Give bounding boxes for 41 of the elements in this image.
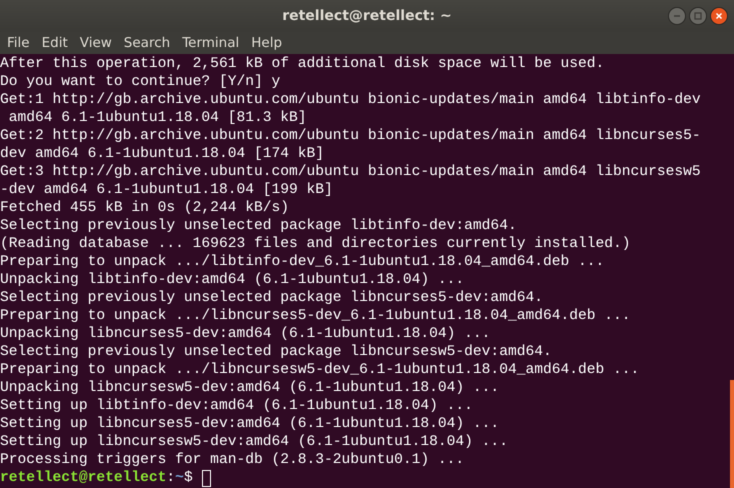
terminal-line: Selecting previously unselected package libncursesw5-dev:amd64.	[0, 343, 552, 361]
terminal-line: amd64 6.1-1ubuntu1.18.04 [81.3 kB]	[8, 109, 307, 127]
terminal-line: Get:3 http://gb.archive.ubuntu.com/ubuntu bionic-updates/main amd64 libncursesw5	[0, 163, 701, 181]
menu-item[interactable]: File	[2, 32, 35, 54]
scrollbar-thumb[interactable]	[730, 380, 734, 488]
prompt-path: ~	[175, 469, 184, 487]
terminal-line: -dev amd64 6.1-1ubuntu1.18.04 [199 kB]	[0, 181, 333, 199]
terminal-line: dev amd64 6.1-1ubuntu1.18.04 [174 kB]	[0, 145, 324, 163]
menu-item[interactable]: Help	[246, 32, 288, 54]
prompt-user-host: retellect@retellect	[0, 469, 166, 487]
terminal-line: (Reading database ... 169623 files and directories currently installed.)	[0, 235, 631, 253]
terminal-line: Processing triggers for man-db (2.8.3-2ubuntu0.1) ...	[0, 451, 464, 469]
terminal-line: Setting up libncurses5-dev:amd64 (6.1-1ubuntu1.18.04) ...	[0, 415, 500, 433]
menu-item[interactable]: Search	[118, 32, 176, 54]
minimize-icon	[674, 15, 680, 17]
terminal-line: After this operation, 2,561 kB of additional disk space will be used.	[0, 55, 604, 73]
menu-item[interactable]: Terminal	[177, 32, 244, 54]
window-title: retellect@retellect: ~	[282, 6, 452, 26]
terminal-line: Get:2 http://gb.archive.ubuntu.com/ubuntu bionic-updates/main amd64 libncurses5-	[0, 127, 701, 145]
text-cursor	[202, 470, 211, 486]
minimize-button[interactable]	[668, 7, 686, 25]
terminal-line: Preparing to unpack .../libtinfo-dev_6.1-1ubuntu1.18.04_amd64.deb ...	[0, 253, 604, 271]
terminal-line: Get:1 http://gb.archive.ubuntu.com/ubuntu bionic-updates/main amd64 libtinfo-dev	[0, 91, 701, 109]
terminal-line: Fetched 455 kB in 0s (2,244 kB/s)	[0, 199, 290, 217]
prompt-separator: :	[166, 469, 176, 487]
menu-item[interactable]: View	[74, 32, 117, 54]
terminal-line: Setting up libtinfo-dev:amd64 (6.1-1ubuntu1.18.04) ...	[0, 397, 473, 415]
menu-item[interactable]: Edit	[36, 32, 73, 54]
prompt-symbol: $	[184, 469, 193, 487]
terminal-line: Selecting previously unselected package libncurses5-dev:amd64.	[0, 289, 543, 307]
terminal-line: Unpacking libncurses5-dev:amd64 (6.1-1ubuntu1.18.04) ...	[0, 325, 490, 343]
maximize-icon	[694, 12, 702, 20]
terminal-line: Selecting previously unselected package libtinfo-dev:amd64.	[0, 217, 517, 235]
terminal-line: Preparing to unpack .../libncurses5-dev_6.1-1ubuntu1.18.04_amd64.deb ...	[0, 307, 631, 325]
terminal-line: Do you want to continue? [Y/n] y	[0, 73, 280, 91]
terminal-line: Preparing to unpack .../libncursesw5-dev_6.1-1ubuntu1.18.04_amd64.deb ...	[0, 361, 640, 379]
close-button[interactable]	[710, 7, 728, 25]
terminal-line: Unpacking libtinfo-dev:amd64 (6.1-1ubuntu1.18.04) ...	[0, 271, 464, 289]
terminal-line: Unpacking libncursesw5-dev:amd64 (6.1-1ubuntu1.18.04) ...	[0, 379, 500, 397]
close-icon	[716, 12, 722, 20]
terminal-line: Setting up libncursesw5-dev:amd64 (6.1-1ubuntu1.18.04) ...	[0, 433, 508, 451]
